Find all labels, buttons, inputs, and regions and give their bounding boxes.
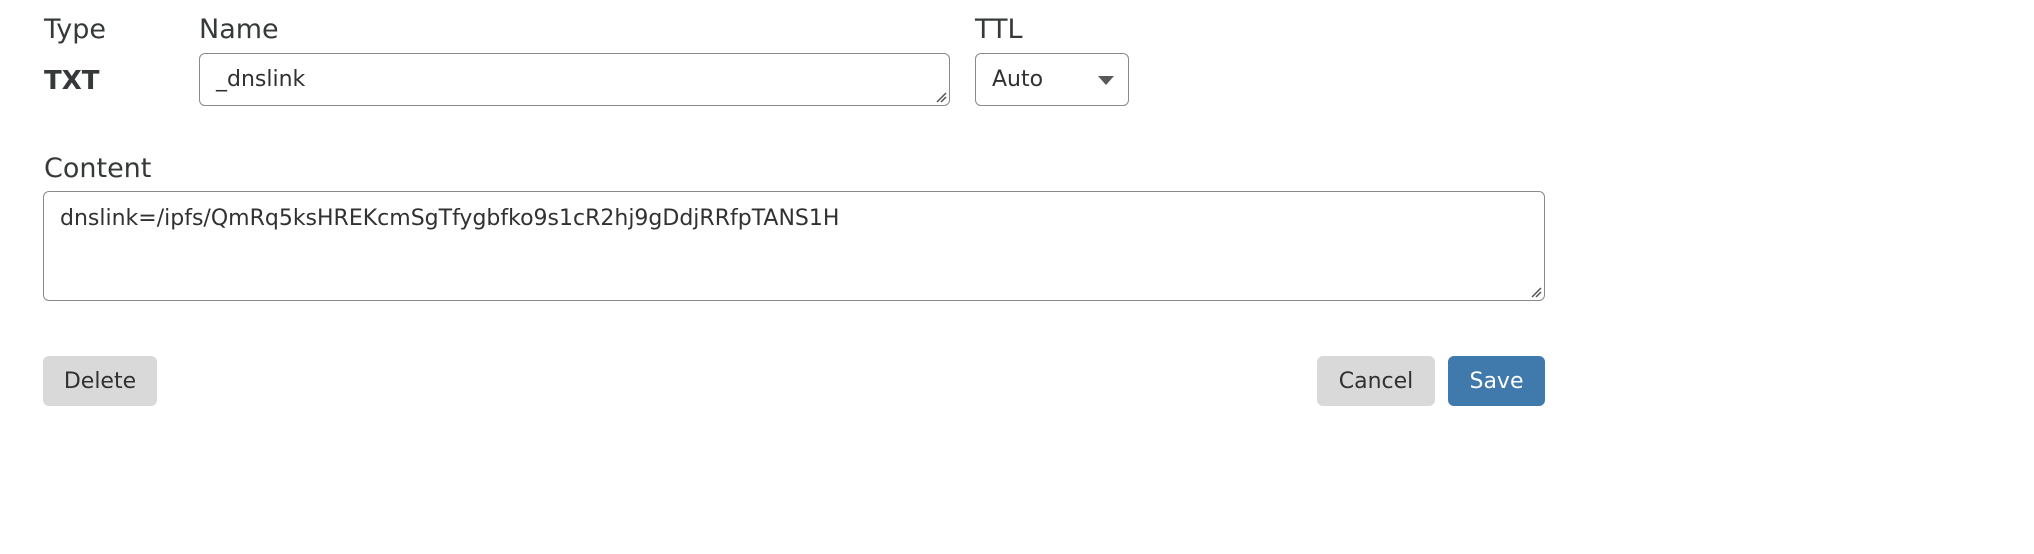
- cancel-button[interactable]: Cancel: [1317, 356, 1435, 406]
- record-type-value: TXT: [44, 66, 100, 96]
- ttl-selected-value: Auto: [992, 67, 1044, 92]
- delete-button[interactable]: Delete: [43, 356, 157, 406]
- ttl-select[interactable]: Auto: [975, 53, 1129, 106]
- content-textarea[interactable]: dnslink=/ipfs/QmRq5ksHREKcmSgTfygbfko9s1…: [43, 191, 1545, 301]
- name-label: Name: [199, 14, 279, 45]
- dns-record-edit-form: Type TXT Name _dnslink TTL Auto Content …: [0, 0, 2034, 554]
- name-input[interactable]: _dnslink: [199, 53, 950, 106]
- type-label: Type: [44, 14, 107, 45]
- ttl-label: TTL: [975, 14, 1023, 45]
- chevron-down-icon: [1098, 76, 1114, 85]
- content-label: Content: [44, 153, 152, 184]
- save-button[interactable]: Save: [1448, 356, 1545, 406]
